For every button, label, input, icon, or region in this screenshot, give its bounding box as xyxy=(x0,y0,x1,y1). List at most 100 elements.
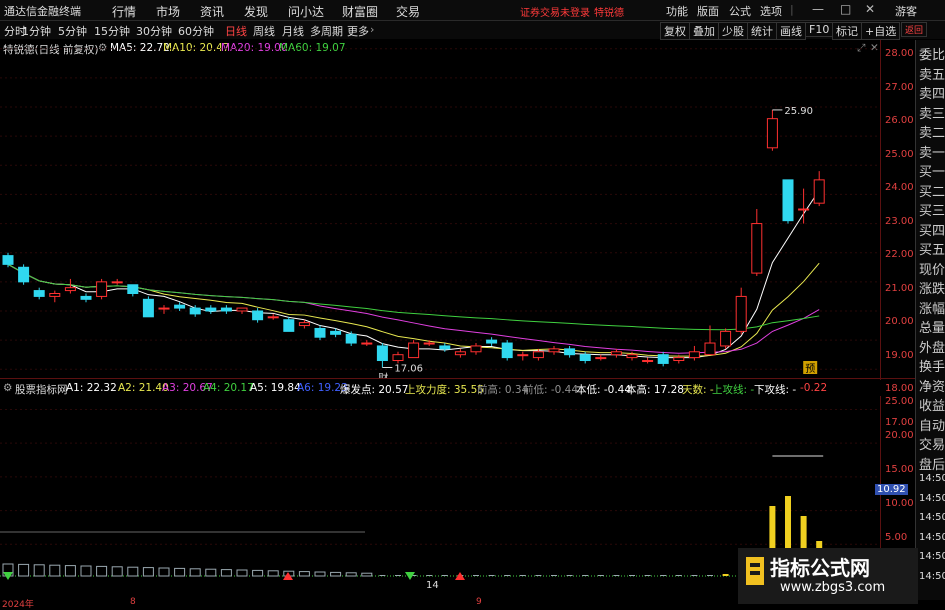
candle-body xyxy=(252,310,264,321)
menu-divider: | xyxy=(790,3,794,16)
tab-period-5[interactable]: 60分钟 xyxy=(178,23,214,39)
menu-bar: 通达信金融终端 行情 市场 资讯 发现 问小达 财富圈 交易 证券交易未登录 特… xyxy=(0,0,945,21)
candle-body xyxy=(548,348,560,353)
candle-body xyxy=(564,348,576,356)
tab-period-1[interactable]: 1分钟 xyxy=(22,23,51,39)
tab-period-8[interactable]: 月线 xyxy=(282,23,304,39)
maximize-icon[interactable]: □ xyxy=(840,2,851,16)
ma5-line xyxy=(7,190,820,359)
ind-bar xyxy=(691,575,698,576)
f10-button[interactable]: F10 xyxy=(805,22,834,37)
price-tick: 22.00 xyxy=(885,249,914,260)
tab-period-2[interactable]: 5分钟 xyxy=(58,23,87,39)
overlay-button[interactable]: 叠加 xyxy=(689,22,719,40)
ind-bar xyxy=(49,564,61,577)
candle-body xyxy=(517,354,529,357)
ind-bar xyxy=(127,566,139,577)
menu-item-market[interactable]: 市场 xyxy=(156,3,180,20)
more-chevron-icon[interactable]: › xyxy=(370,23,374,36)
back-button[interactable]: 返回 xyxy=(901,22,928,37)
price-tick: 20.00 xyxy=(885,316,914,327)
tab-period-4[interactable]: 30分钟 xyxy=(136,23,172,39)
stats-button[interactable]: 统计 xyxy=(747,22,777,40)
watermark-url: www.zbgs3.com xyxy=(780,580,886,595)
sidebar-item: 盘后 xyxy=(919,457,945,473)
indicator-gear-icon[interactable]: ⚙ xyxy=(3,382,12,394)
period-toolbar: 分时 1分钟 5分钟 15分钟 30分钟 60分钟 日线 周线 月线 多周期 更… xyxy=(0,21,945,40)
candle-body xyxy=(174,304,186,309)
fewer-stocks-button[interactable]: 少股 xyxy=(718,22,748,40)
date-label: 2024年 xyxy=(2,600,34,610)
ind-bar xyxy=(189,568,201,577)
sidebar-item: 14:50 xyxy=(919,570,945,582)
menu-item-options[interactable]: 选项 xyxy=(760,3,782,19)
indicator-value: 下攻线: - xyxy=(754,384,797,396)
price-tick: 28.00 xyxy=(885,48,914,59)
sidebar-item: 卖一 xyxy=(919,145,945,161)
date-label: 8 xyxy=(130,597,136,607)
login-warning[interactable]: 证券交易未登录 xyxy=(520,4,590,19)
sidebar-item: 交易 xyxy=(919,438,945,453)
candle-body xyxy=(610,351,622,356)
sidebar-item: 14:50 xyxy=(919,531,945,543)
indicator-value: 天数: - xyxy=(682,384,714,396)
mark-button[interactable]: 标记 xyxy=(832,22,862,40)
indicator-value: A1: 22.32 xyxy=(66,382,117,394)
ind-bar xyxy=(80,565,92,577)
candle-body xyxy=(127,284,139,295)
ind-bar xyxy=(267,570,279,577)
candle-body xyxy=(798,208,810,211)
price-chart[interactable]: 25.9017.06财预 xyxy=(0,40,880,378)
menu-item-formula[interactable]: 公式 xyxy=(729,3,751,19)
candle-body xyxy=(267,316,279,319)
menu-item-discover[interactable]: 发现 xyxy=(244,3,268,20)
stock-name-label: 特锐德 xyxy=(594,8,624,19)
sidebar-item: 自动 xyxy=(919,418,945,434)
candle-body xyxy=(236,307,248,312)
indicator-value: 前高: 0.34 xyxy=(477,384,529,396)
sidebar-item: 买五 xyxy=(919,243,945,258)
adjust-button[interactable]: 复权 xyxy=(660,22,690,40)
menu-item-layout[interactable]: 版面 xyxy=(697,3,719,19)
menu-item-trade[interactable]: 交易 xyxy=(396,3,420,20)
watermark-logo-icon xyxy=(746,557,764,585)
ind-bar xyxy=(298,571,310,577)
menu-item-wealth[interactable]: 财富圈 xyxy=(342,3,378,20)
ind-bar xyxy=(345,572,357,577)
sidebar-item: 14:50 xyxy=(919,492,945,504)
draw-line-button[interactable]: 画线 xyxy=(776,22,806,40)
low-label: 17.06 xyxy=(394,364,423,375)
candle-body xyxy=(751,223,763,274)
minimize-icon[interactable]: — xyxy=(812,2,824,16)
price-tick: 18.00 xyxy=(885,383,914,394)
tab-period-3[interactable]: 15分钟 xyxy=(94,23,130,39)
tab-period-7[interactable]: 周线 xyxy=(253,23,275,39)
menu-item-ask[interactable]: 问小达 xyxy=(288,3,324,20)
sidebar-item: 14:50 xyxy=(919,512,945,523)
ind-bar xyxy=(722,574,729,576)
menu-item-function[interactable]: 功能 xyxy=(666,3,688,19)
guest-label[interactable]: 游客 xyxy=(895,3,917,19)
price-tick: 26.00 xyxy=(885,115,914,126)
sidebar-item: 卖四 xyxy=(919,87,945,102)
tab-period-6[interactable]: 日线 xyxy=(225,23,247,39)
candle-body xyxy=(220,307,232,312)
tab-period-10[interactable]: 更多 xyxy=(347,23,369,39)
ind-bar xyxy=(488,575,495,576)
close-icon[interactable]: ✕ xyxy=(865,2,875,16)
price-tick: 25.00 xyxy=(885,149,914,160)
candle-body xyxy=(813,179,825,204)
menu-item-quotes[interactable]: 行情 xyxy=(112,3,136,20)
add-watchlist-button[interactable]: +自选 xyxy=(861,22,901,40)
candle-body xyxy=(49,293,61,297)
candle-body xyxy=(766,118,778,149)
sidebar-item: 外盘 xyxy=(919,340,945,356)
ind-bar xyxy=(426,575,433,576)
ind-bar xyxy=(96,565,108,577)
candle-body xyxy=(2,255,14,265)
ind-bar xyxy=(64,565,76,577)
candle-body xyxy=(673,357,685,362)
menu-item-news[interactable]: 资讯 xyxy=(200,3,224,20)
tab-period-9[interactable]: 多周期 xyxy=(310,23,343,39)
candle-body xyxy=(205,307,217,312)
